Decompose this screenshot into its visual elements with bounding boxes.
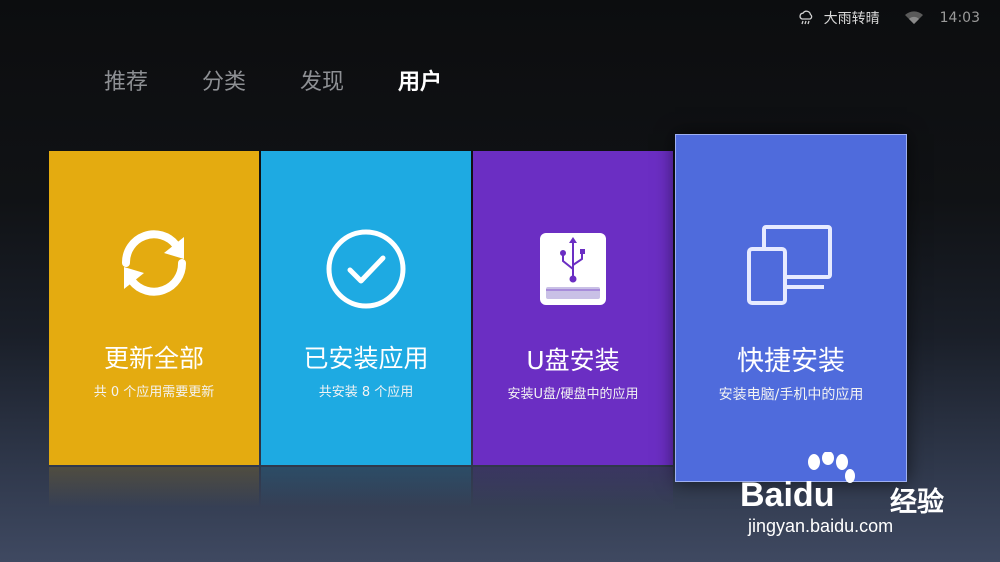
- tab-discover[interactable]: 发现: [300, 64, 398, 96]
- tile-reflection: [261, 467, 471, 507]
- usb-drive-icon: [540, 233, 606, 305]
- tile-subtitle: 共安装 8 个应用: [318, 385, 414, 400]
- clock-time: 14:03: [939, 10, 980, 26]
- tab-recommend[interactable]: 推荐: [104, 64, 202, 96]
- tile-reflection: [49, 467, 259, 507]
- tile-title: U盘安装: [526, 346, 620, 375]
- watermark-url: jingyan.baidu.com: [748, 516, 894, 536]
- refresh-icon: [121, 230, 187, 296]
- weather-text: 大雨转晴: [823, 11, 880, 27]
- tile-title: 更新全部: [103, 344, 204, 373]
- tile-subtitle: 共 0 个应用需要更新: [93, 385, 215, 400]
- usb-install-tile[interactable]: U盘安装 安装U盘/硬盘中的应用: [473, 151, 673, 465]
- tile-reflection: [473, 467, 673, 507]
- baidu-jingyan-watermark: Baidu 经验 jingyan.baidu.com: [740, 452, 970, 542]
- tile-title: 快捷安装: [737, 346, 845, 377]
- wifi-icon: [904, 11, 923, 24]
- tile-subtitle: 安装电脑/手机中的应用: [718, 387, 864, 403]
- tab-user[interactable]: 用户: [398, 64, 496, 96]
- tile-subtitle: 安装U盘/硬盘中的应用: [507, 387, 639, 402]
- status-bar: 大雨转晴 14:03: [798, 8, 980, 28]
- update-all-tile[interactable]: 更新全部 共 0 个应用需要更新: [49, 151, 259, 465]
- installed-apps-tile[interactable]: 已安装应用 共安装 8 个应用: [261, 151, 471, 465]
- tab-category[interactable]: 分类: [202, 64, 300, 96]
- tile-title: 已安装应用: [303, 344, 429, 373]
- top-nav-tabs: 推荐 分类 发现 用户: [104, 64, 496, 96]
- weather-rain-icon: [799, 10, 812, 25]
- check-circle-icon: [326, 229, 406, 309]
- jingyan-text: 经验: [890, 487, 944, 518]
- devices-icon: [747, 225, 832, 305]
- quick-install-tile[interactable]: 快捷安装 安装电脑/手机中的应用: [675, 134, 907, 482]
- baidu-logo-text: Baidu: [740, 476, 835, 514]
